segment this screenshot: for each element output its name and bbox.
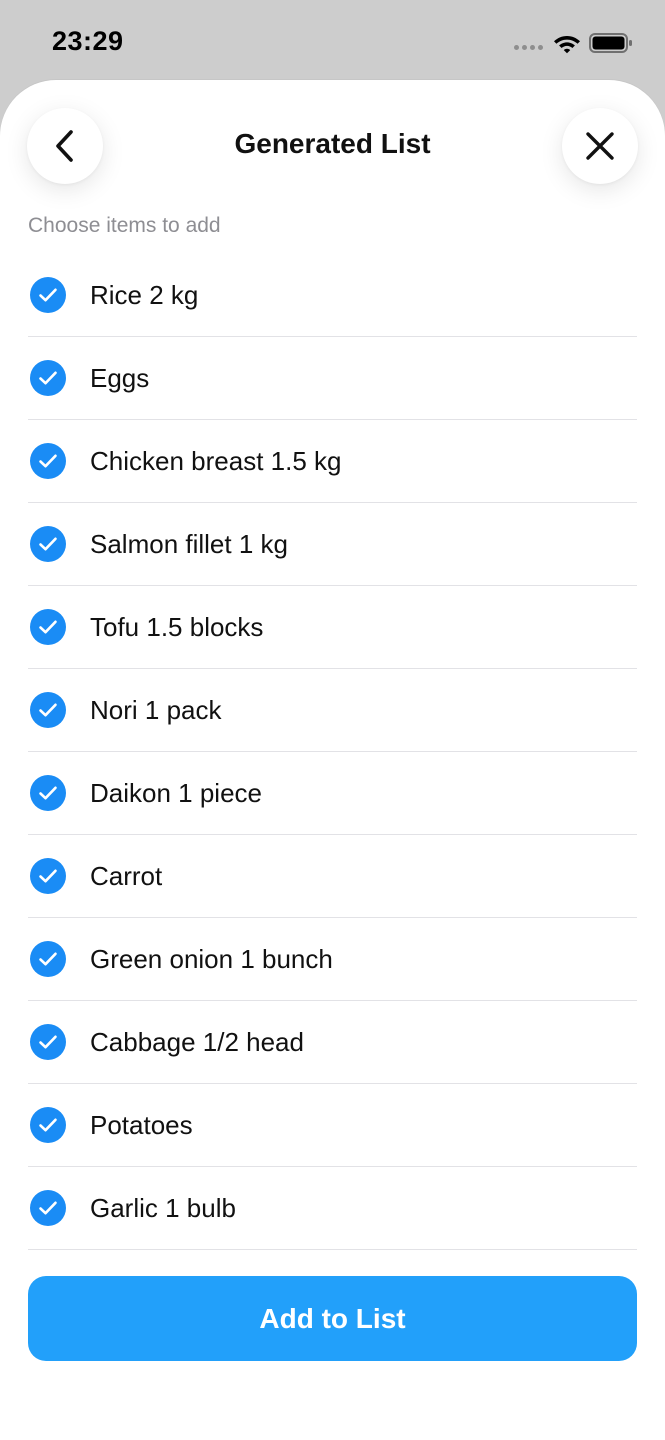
battery-icon xyxy=(589,33,632,53)
wifi-icon xyxy=(554,36,580,54)
item-list: Rice 2 kg Eggs Chicken breast 1.5 kg Salmon… xyxy=(28,254,637,1250)
list-item[interactable]: Cabbage 1/2 head xyxy=(28,1001,637,1084)
list-item[interactable]: Carrot xyxy=(28,835,637,918)
checkmark-icon[interactable] xyxy=(30,1024,66,1060)
list-item-label: Potatoes xyxy=(90,1109,193,1140)
list-item-label: Cabbage 1/2 head xyxy=(90,1026,304,1057)
list-item[interactable]: Salmon fillet 1 kg xyxy=(28,503,637,586)
list-item-label: Daikon 1 piece xyxy=(90,777,262,808)
list-item-label: Rice 2 kg xyxy=(90,279,199,310)
checkmark-icon[interactable] xyxy=(30,443,66,479)
bottom-sheet: Generated List Choose items to add Rice … xyxy=(0,80,665,1440)
status-bar: 23:29 xyxy=(0,0,665,80)
list-item-label: Garlic 1 bulb xyxy=(90,1192,236,1223)
list-item-label: Tofu 1.5 blocks xyxy=(90,611,264,642)
list-item-label: Green onion 1 bunch xyxy=(90,943,333,974)
status-time: 23:29 xyxy=(52,26,124,56)
cellular-signal-icon xyxy=(514,44,543,50)
list-item[interactable]: Garlic 1 bulb xyxy=(28,1167,637,1250)
list-item[interactable]: Green onion 1 bunch xyxy=(28,918,637,1001)
sheet-header: Generated List xyxy=(0,80,665,220)
checkmark-icon[interactable] xyxy=(30,858,66,894)
checkmark-icon[interactable] xyxy=(30,775,66,811)
checkmark-icon[interactable] xyxy=(30,609,66,645)
list-item-label: Salmon fillet 1 kg xyxy=(90,528,288,559)
subtitle: Choose items to add xyxy=(28,214,221,237)
list-item[interactable]: Chicken breast 1.5 kg xyxy=(28,420,637,503)
list-item-label: Eggs xyxy=(90,362,150,393)
list-item-label: Nori 1 pack xyxy=(90,694,222,725)
checkmark-icon[interactable] xyxy=(30,941,66,977)
checkmark-icon[interactable] xyxy=(30,277,66,313)
list-item[interactable]: Tofu 1.5 blocks xyxy=(28,586,637,669)
close-button[interactable] xyxy=(562,108,638,184)
checkmark-icon[interactable] xyxy=(30,360,66,396)
checkmark-icon[interactable] xyxy=(30,526,66,562)
list-item[interactable]: Eggs xyxy=(28,337,637,420)
list-item[interactable]: Potatoes xyxy=(28,1084,637,1167)
list-item-label: Chicken breast 1.5 kg xyxy=(90,445,342,476)
list-item[interactable]: Daikon 1 piece xyxy=(28,752,637,835)
checkmark-icon[interactable] xyxy=(30,692,66,728)
close-icon xyxy=(586,132,614,160)
list-item[interactable]: Rice 2 kg xyxy=(28,254,637,337)
add-to-list-button[interactable]: Add to List xyxy=(28,1276,637,1361)
checkmark-icon[interactable] xyxy=(30,1107,66,1143)
list-item-label: Carrot xyxy=(90,860,163,891)
status-icons xyxy=(514,28,633,58)
checkmark-icon[interactable] xyxy=(30,1190,66,1226)
list-item[interactable]: Nori 1 pack xyxy=(28,669,637,752)
